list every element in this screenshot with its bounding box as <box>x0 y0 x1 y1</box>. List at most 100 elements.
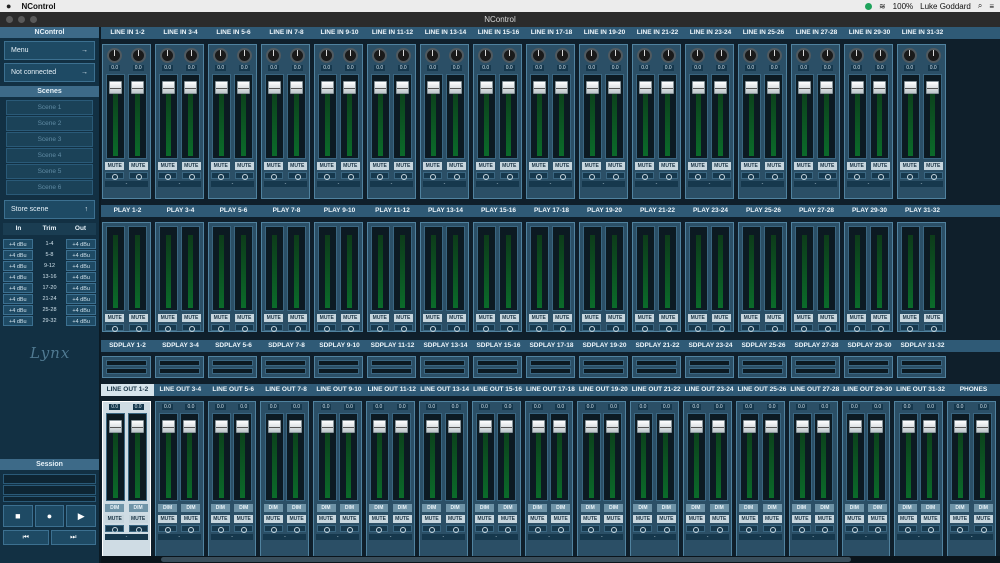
trim-in-select[interactable]: +4 dBu <box>3 261 33 271</box>
pan-control[interactable]: - <box>580 534 624 540</box>
pan-control[interactable]: - <box>950 534 994 540</box>
solo-button[interactable] <box>817 324 837 332</box>
mute-button[interactable]: MUTE <box>921 515 941 523</box>
channel-label[interactable]: PLAY 27-28 <box>790 205 843 217</box>
fader-handle[interactable] <box>637 420 651 433</box>
solo-button[interactable] <box>422 525 442 533</box>
mute-button[interactable]: MUTE <box>181 162 201 170</box>
fader[interactable] <box>551 74 571 159</box>
fader[interactable] <box>233 74 253 159</box>
gain-knob[interactable] <box>342 48 358 63</box>
mute-button[interactable]: MUTE <box>264 314 284 322</box>
fader[interactable] <box>477 226 497 311</box>
zoom-button[interactable] <box>30 16 37 23</box>
list-icon[interactable]: ≡ <box>989 2 994 11</box>
fader[interactable] <box>370 413 390 501</box>
mute-button[interactable]: MUTE <box>128 162 148 170</box>
solo-button[interactable] <box>658 172 678 180</box>
channel-label[interactable]: PLAY 31-32 <box>896 205 949 217</box>
solo-button[interactable] <box>635 324 655 332</box>
mute-button[interactable]: MUTE <box>658 314 678 322</box>
dim-button[interactable]: DIM <box>287 504 307 512</box>
gain-knob[interactable] <box>395 48 411 63</box>
solo-button[interactable] <box>499 172 519 180</box>
fader[interactable] <box>528 413 548 501</box>
fader[interactable] <box>265 226 285 311</box>
fader-handle[interactable] <box>162 420 176 433</box>
fader[interactable] <box>423 413 443 501</box>
channel-label[interactable]: LINE OUT 25-26 <box>736 384 789 396</box>
fader-handle[interactable] <box>925 81 939 94</box>
fader[interactable] <box>159 226 179 311</box>
solo-button[interactable] <box>339 525 359 533</box>
channel-label[interactable]: PLAY 23-24 <box>684 205 737 217</box>
solo-button[interactable] <box>370 324 390 332</box>
mute-button[interactable]: MUTE <box>128 515 148 523</box>
dim-button[interactable]: DIM <box>181 504 201 512</box>
fader-handle[interactable] <box>236 420 250 433</box>
fader[interactable] <box>583 74 603 159</box>
fader[interactable] <box>604 226 624 311</box>
solo-button[interactable] <box>923 324 943 332</box>
solo-button[interactable] <box>234 324 254 332</box>
fader-handle[interactable] <box>183 420 197 433</box>
menu-button[interactable]: Menu → <box>4 41 95 60</box>
fader[interactable] <box>159 413 179 501</box>
channel-label[interactable]: LINE IN 9-10 <box>313 27 366 39</box>
fader[interactable] <box>445 74 465 159</box>
solo-button[interactable] <box>476 172 496 180</box>
pan-control[interactable]: - <box>157 534 201 540</box>
fader[interactable] <box>265 74 285 159</box>
solo-button[interactable] <box>658 324 678 332</box>
channel-label[interactable]: LINE IN 13-14 <box>419 27 472 39</box>
fader-handle[interactable] <box>447 420 461 433</box>
pan-control[interactable]: - <box>847 181 890 187</box>
fader-handle[interactable] <box>268 81 282 94</box>
solo-button[interactable] <box>128 172 148 180</box>
mute-button[interactable]: MUTE <box>847 314 867 322</box>
mute-button[interactable]: MUTE <box>868 515 888 523</box>
solo-button[interactable] <box>475 525 494 533</box>
solo-button[interactable] <box>316 525 336 533</box>
fader[interactable] <box>106 413 126 501</box>
fader[interactable] <box>814 413 834 501</box>
mute-button[interactable]: MUTE <box>527 515 547 523</box>
dim-button[interactable]: DIM <box>234 504 254 512</box>
solo-button[interactable] <box>762 525 782 533</box>
mute-button[interactable]: MUTE <box>423 314 443 322</box>
pan-control[interactable]: - <box>791 534 835 540</box>
mute-button[interactable]: MUTE <box>181 314 201 322</box>
solo-button[interactable] <box>791 525 811 533</box>
pan-control[interactable]: - <box>529 181 572 187</box>
solo-button[interactable] <box>633 525 653 533</box>
dim-button[interactable]: DIM <box>950 504 970 512</box>
pan-control[interactable]: - <box>527 534 571 540</box>
solo-button[interactable] <box>921 525 941 533</box>
fader-handle[interactable] <box>660 81 674 94</box>
fader[interactable] <box>848 226 868 311</box>
solo-button[interactable] <box>900 324 920 332</box>
gain-knob[interactable] <box>796 48 812 63</box>
fader[interactable] <box>391 413 411 501</box>
channel-label[interactable]: LINE OUT 19-20 <box>577 384 630 396</box>
fader-handle[interactable] <box>448 81 462 94</box>
fader[interactable] <box>972 413 992 501</box>
mute-button[interactable]: MUTE <box>287 162 307 170</box>
fader[interactable] <box>689 226 709 311</box>
fader[interactable] <box>583 226 603 311</box>
channel-label[interactable]: SDPLAY 15-16 <box>472 340 525 352</box>
solo-button[interactable] <box>815 525 835 533</box>
channel-label[interactable]: LINE OUT 1-2 <box>101 384 154 396</box>
fader-handle[interactable] <box>901 420 915 433</box>
dim-button[interactable]: DIM <box>158 504 178 512</box>
trim-in-select[interactable]: +4 dBu <box>3 283 33 293</box>
channel-label[interactable]: LINE IN 3-4 <box>154 27 207 39</box>
fader-handle[interactable] <box>848 420 862 433</box>
dim-button[interactable]: DIM <box>897 504 917 512</box>
mute-button[interactable]: MUTE <box>105 515 125 523</box>
fader-handle[interactable] <box>501 81 515 94</box>
pan-control[interactable]: - <box>369 534 412 540</box>
channel-label[interactable]: LINE IN 11-12 <box>366 27 419 39</box>
fader[interactable] <box>530 74 550 159</box>
mute-button[interactable]: MUTE <box>658 162 678 170</box>
